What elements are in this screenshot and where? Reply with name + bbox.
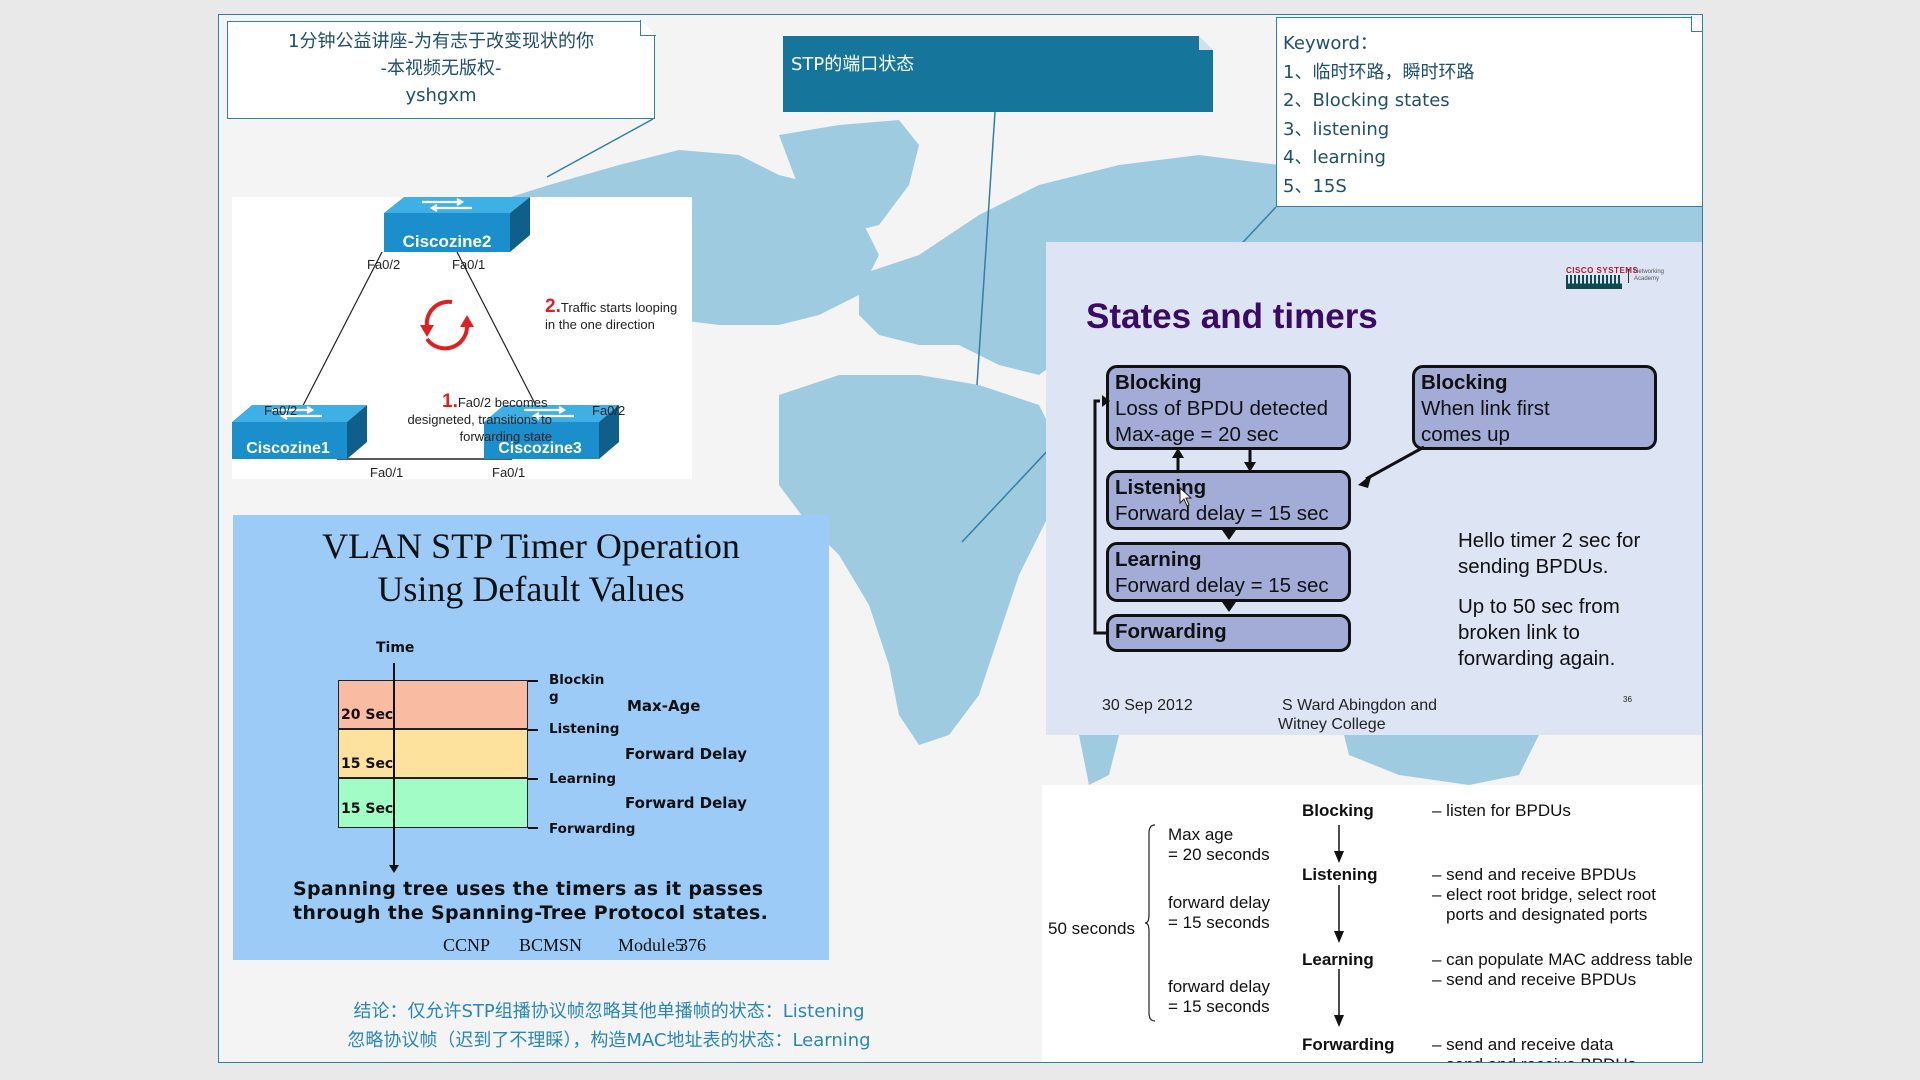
port-label: Fa0/2 bbox=[592, 403, 625, 418]
header-note-line1: 1分钟公益讲座-为有志于改变现状的你 bbox=[288, 31, 594, 52]
timer-label: Forward Delay bbox=[625, 794, 747, 812]
port-label: Fa0/1 bbox=[370, 465, 403, 479]
brace-icon bbox=[1145, 824, 1156, 1022]
keywords-callout: Keyword： 1、临时环路，瞬时环路 2、Blocking states 3… bbox=[1276, 16, 1702, 207]
vlan-slide-title: VLAN STP Timer Operation Using Default V… bbox=[322, 526, 740, 609]
topic-title: STP的端口状态 bbox=[791, 54, 915, 75]
port-label: Fa0/2 bbox=[367, 257, 400, 272]
network-loop-diagram: Ciscozine2 Ciscozine1 Ciscozine3 Fa0/2 F… bbox=[232, 197, 692, 479]
keyword-item: 5、15S bbox=[1283, 175, 1347, 197]
state-label: Blockin bbox=[549, 672, 605, 688]
svg-text:designeted, transitions to: designeted, transitions to bbox=[407, 412, 552, 427]
cite-page: 376 bbox=[679, 935, 706, 955]
svg-text:forwarding state: forwarding state bbox=[460, 429, 553, 444]
keywords-heading: Keyword： bbox=[1283, 33, 1378, 54]
arrow-up-icon bbox=[1172, 448, 1184, 458]
port-label: Fa0/2 bbox=[264, 403, 297, 418]
slide-date: 30 Sep 2012 bbox=[1102, 697, 1193, 714]
page-fold-icon bbox=[1691, 16, 1702, 32]
arrow-down-icon bbox=[1334, 931, 1344, 943]
arrow-diag-icon bbox=[1358, 474, 1372, 488]
time-axis-arrow-icon bbox=[389, 865, 399, 873]
keyword-item: 4、learning bbox=[1283, 147, 1386, 168]
keyword-item: 3、listening bbox=[1283, 118, 1390, 140]
blocking-notes: – listen for BPDUs bbox=[1432, 801, 1571, 820]
state-label: g bbox=[549, 689, 559, 705]
band-duration: 15 Sec bbox=[341, 756, 394, 772]
step2-text: 2.Traffic starts looping bbox=[545, 296, 677, 317]
header-note-callout: 1分钟公益讲座-为有志于改变现状的你 -本视频无版权- yshgxm bbox=[227, 20, 656, 119]
port-label: Fa0/1 bbox=[452, 257, 485, 272]
svg-text:Ciscozine2: Ciscozine2 bbox=[403, 232, 492, 251]
state-blocking: Blocking bbox=[1302, 801, 1374, 820]
header-note-line2: -本视频无版权- bbox=[380, 58, 502, 79]
slide-page-number: 36 bbox=[1623, 695, 1632, 704]
slide-canvas: 1分钟公益讲座-为有志于改变现状的你 -本视频无版权- yshgxm STP的端… bbox=[218, 14, 1703, 1063]
svg-text:in the one direction: in the one direction bbox=[545, 317, 655, 332]
svg-text:Ciscozine1: Ciscozine1 bbox=[246, 440, 330, 457]
band-duration: 15 Sec bbox=[341, 801, 394, 817]
time-axis-label: Time bbox=[376, 640, 415, 656]
arrow-down-icon bbox=[1334, 851, 1344, 863]
conclusion-text: 结论：仅允许STP组播协议帧忽略其他单播帧的状态：Listening 忽略协议帧… bbox=[279, 997, 939, 1055]
cite-course: CCNP bbox=[443, 935, 491, 955]
arrow-down-icon bbox=[1222, 602, 1236, 612]
timer-label: Forward Delay bbox=[625, 745, 747, 763]
arrow-right-icon bbox=[1102, 395, 1110, 407]
conclusion-line1: 结论：仅允许STP组播协议帧忽略其他单播帧的状态：Listening bbox=[353, 1001, 865, 1022]
arrow-down-icon bbox=[1334, 1015, 1344, 1027]
slide-author: S Ward Abingdon and Witney College bbox=[1278, 697, 1438, 733]
vlan-footer-line2: through the Spanning-Tree Protocol state… bbox=[293, 902, 769, 924]
convergence-note: Up to 50 sec from broken link to forward… bbox=[1458, 595, 1620, 670]
switch-icon-ciscozine1: Ciscozine1 bbox=[232, 405, 367, 459]
step1-text: 1.Fa0/2 becomes bbox=[442, 391, 548, 412]
stp-timeline-figure: 50 seconds Max age = 20 seconds forward d… bbox=[1042, 785, 1702, 1062]
port-label: Fa0/1 bbox=[492, 465, 525, 479]
learning-notes: – can populate MAC address table – send … bbox=[1432, 950, 1693, 989]
switch-icon-ciscozine2: Ciscozine2 bbox=[384, 197, 530, 252]
state-label: Listening bbox=[549, 721, 620, 737]
hello-timer-note: Hello timer 2 sec for sending BPDUs. bbox=[1458, 529, 1641, 578]
state-forwarding: Forwarding bbox=[1302, 1035, 1395, 1054]
mouse-cursor-icon bbox=[1179, 487, 1193, 507]
conclusion-line2: 忽略协议帧（迟到了不理睬），构造MAC地址表的状态：Learning bbox=[347, 1030, 871, 1051]
states-timers-slide: CISCO SYSTEMS Networking Academy States … bbox=[1046, 242, 1702, 735]
cite-modul: Modul bbox=[618, 935, 667, 955]
arrow-down-icon bbox=[1222, 530, 1236, 540]
state-label: Learning bbox=[549, 771, 617, 787]
arrow-down-icon bbox=[1244, 462, 1256, 472]
state-label: Forwarding bbox=[549, 821, 636, 837]
timer-forward-delay: forward delay = 15 seconds bbox=[1168, 893, 1271, 932]
topic-callout: STP的端口状态 bbox=[783, 36, 1213, 112]
timer-label: Max-Age bbox=[627, 697, 701, 715]
total-duration: 50 seconds bbox=[1048, 919, 1135, 938]
page-fold-icon bbox=[640, 20, 656, 36]
vlan-footer-line1: Spanning tree uses the timers as it pass… bbox=[293, 878, 764, 900]
keyword-item: 1、临时环路，瞬时环路 bbox=[1283, 61, 1475, 83]
timeline-arrows bbox=[1334, 825, 1344, 1027]
timer-forward-delay: forward delay = 15 seconds bbox=[1168, 977, 1271, 1016]
keyword-item: 2、Blocking states bbox=[1283, 90, 1450, 111]
forwarding-notes: – send and receive data – send and recei… bbox=[1432, 1035, 1636, 1062]
band-duration: 20 Sec bbox=[341, 707, 394, 723]
listening-notes: – send and receive BPDUs – elect root br… bbox=[1432, 865, 1656, 924]
link-sw2-sw1 bbox=[291, 251, 383, 428]
vlan-timer-slide: VLAN STP Timer Operation Using Default V… bbox=[233, 515, 829, 960]
page-fold-icon bbox=[1199, 36, 1213, 50]
timer-max-age: Max age = 20 seconds bbox=[1168, 825, 1270, 864]
cite-module: BCMSN bbox=[519, 935, 583, 955]
header-note-line3: yshgxm bbox=[405, 85, 477, 106]
